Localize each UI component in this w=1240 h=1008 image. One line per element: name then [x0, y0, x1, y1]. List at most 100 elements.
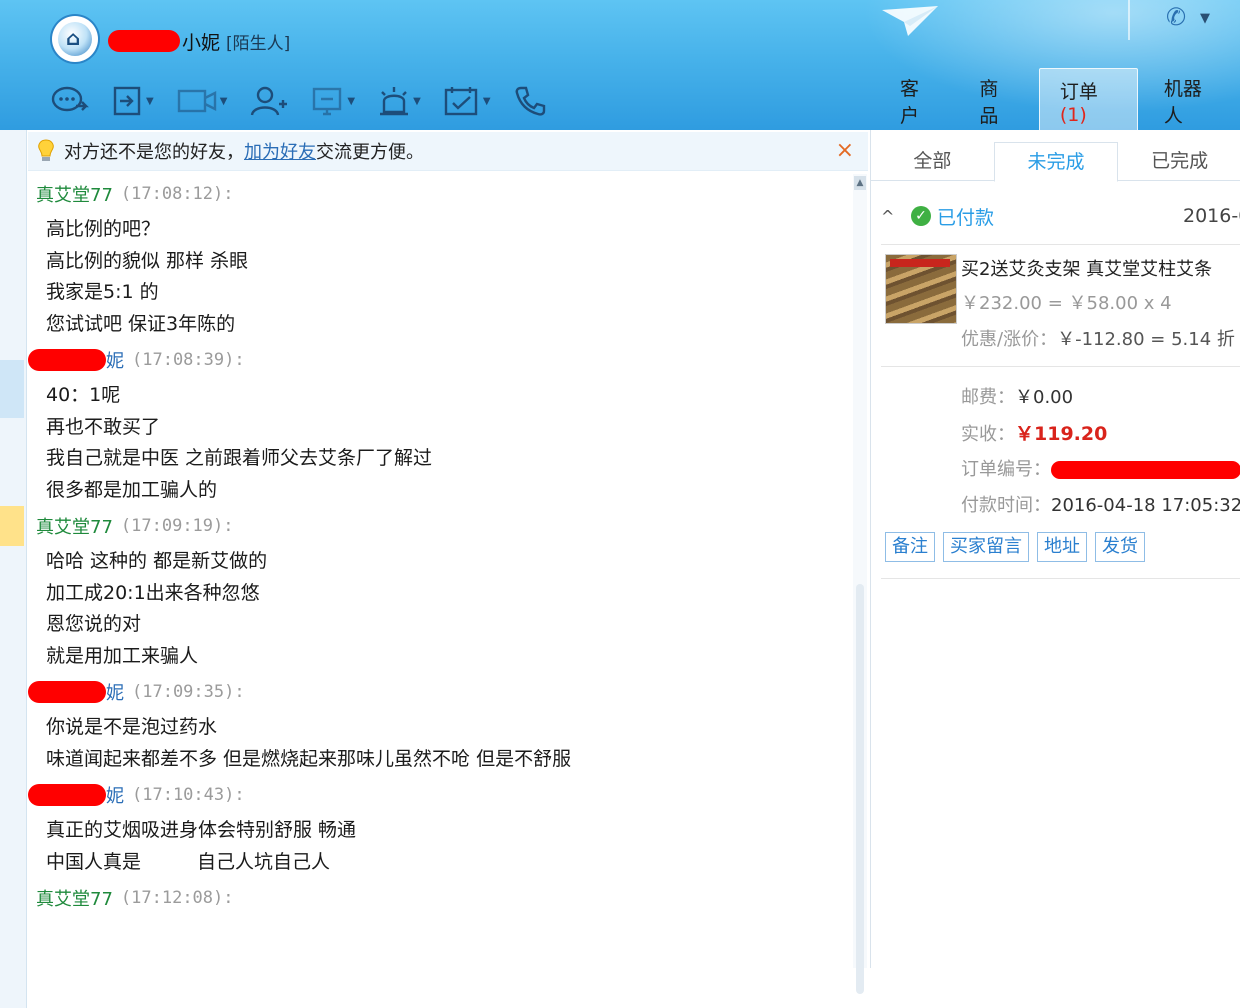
sender-name[interactable]: 妮: [106, 679, 124, 705]
order-fees: 邮费：￥0.00 实收：￥119.20 订单编号： 付款时间：2016-04-1…: [961, 380, 1240, 524]
message-time: (17:10:43):: [132, 785, 245, 805]
ship-button[interactable]: 发货: [1095, 532, 1145, 562]
postage-row: 邮费：￥0.00: [961, 380, 1240, 416]
divider: [881, 578, 1240, 579]
chevron-down-icon[interactable]: ▼: [413, 96, 421, 107]
tab-label: 客户: [900, 78, 920, 127]
order-actions: 备注 买家留言 地址 发货: [885, 532, 1153, 562]
buyer-message-button[interactable]: 买家留言: [943, 532, 1029, 562]
contact-tag: [陌生人]: [226, 33, 291, 54]
chevron-up-icon[interactable]: ^: [881, 207, 911, 226]
message-line: 味道闻起来都差不多 但是燃烧起来那味儿虽然不呛 但是不舒服: [46, 747, 572, 770]
sender-name[interactable]: 真艾堂77: [36, 513, 113, 539]
product-thumbnail-banner: [890, 259, 950, 267]
message-line: 中国人真是 自己人坑自己人: [36, 847, 856, 879]
contact-name[interactable]: 小妮: [182, 28, 220, 55]
add-friend-icon: [251, 86, 288, 116]
tab-orders[interactable]: 订单(1): [1038, 67, 1138, 130]
sender-name[interactable]: 妮: [106, 347, 124, 373]
product-name[interactable]: 买2送艾灸支架 真艾堂艾柱艾条: [961, 254, 1240, 286]
postage-label: 邮费：: [961, 387, 1015, 408]
screen-share-button[interactable]: ▼: [311, 84, 355, 118]
file-transfer-icon: [113, 86, 141, 116]
top-right-controls: ✆ ▼: [1128, 0, 1210, 40]
scrollbar-thumb[interactable]: [856, 584, 864, 994]
message-time: (17:12:08):: [120, 888, 234, 908]
divider: [881, 244, 1240, 245]
message-header: 真艾堂77 (17:08:12):: [36, 174, 856, 214]
phone-icon[interactable]: ✆: [1158, 0, 1194, 36]
phone-icon: [515, 86, 545, 116]
contact-avatar[interactable]: ⌂: [52, 16, 98, 62]
message-header: 妮 (17:09:35):: [28, 672, 856, 712]
tab-all-orders[interactable]: 全部: [871, 142, 994, 180]
add-friend-link[interactable]: 加为好友: [244, 142, 316, 163]
chevron-down-icon[interactable]: ▼: [347, 96, 355, 107]
voice-call-button[interactable]: [513, 84, 547, 118]
message-line: 哈哈 这种的 都是新艾做的: [46, 550, 268, 572]
contact-title: 小妮 [陌生人]: [108, 26, 290, 56]
pay-time-value: 2016-04-18 17:05:32: [1051, 495, 1240, 516]
message-list: 真艾堂77 (17:08:12): 高比例的吧？ 高比例的貌似 那样 杀眼 我家…: [28, 174, 856, 918]
tab-goods[interactable]: 商品: [959, 66, 1032, 130]
message-header: 妮 (17:10:43):: [28, 775, 856, 815]
divider: [1128, 0, 1130, 40]
note-button[interactable]: 备注: [885, 532, 935, 562]
order-status-row[interactable]: ^ ✓ 已付款 2016-04-18: [881, 196, 1240, 236]
message-line: 真正的艾烟吸进身体会特别舒服 畅通: [46, 819, 357, 841]
add-friend-button[interactable]: [249, 84, 289, 118]
chat-share-button[interactable]: [50, 84, 90, 118]
screen-share-icon: [313, 87, 342, 116]
discount-value: ￥-112.80 = 5.14 折: [1057, 329, 1235, 350]
message-time: (17:08:12):: [120, 184, 234, 204]
message-line: 恩您说的对: [46, 613, 142, 635]
file-transfer-button[interactable]: ▼: [112, 84, 154, 118]
notice-text: 对方还不是您的好友，加为好友交流更方便。: [64, 138, 424, 164]
message-line: 加工成20:1出来各种忽悠: [46, 581, 260, 604]
product-thumbnail[interactable]: [885, 254, 957, 324]
sender-name[interactable]: 真艾堂77: [36, 885, 113, 911]
selected-contact-marker[interactable]: [0, 360, 24, 418]
message: 妮 (17:09:35): 你说是不是泡过药水 味道闻起来都差不多 但是燃烧起来…: [28, 672, 856, 775]
message-line: 40：1呢: [46, 384, 121, 406]
sender-name[interactable]: 真艾堂77: [36, 181, 113, 207]
contact-item[interactable]: [0, 506, 24, 546]
chevron-down-icon[interactable]: ▼: [483, 96, 491, 107]
alarm-button[interactable]: ▼: [377, 84, 421, 118]
chevron-down-icon[interactable]: ▼: [1200, 11, 1210, 26]
chevron-down-icon[interactable]: ▼: [146, 96, 154, 107]
address-button[interactable]: 地址: [1037, 532, 1087, 562]
redacted-name: [108, 30, 180, 52]
schedule-button[interactable]: ▼: [443, 84, 491, 118]
lightbulb-icon: [38, 139, 54, 161]
tab-label: 商品: [979, 78, 999, 127]
product-info: 买2送艾灸支架 真艾堂艾柱艾条 ￥232.00 = ￥58.00 x 4 优惠/…: [961, 254, 1240, 358]
tab-robot[interactable]: 机器人: [1144, 66, 1234, 130]
tab-finished-orders[interactable]: 已完成: [1118, 142, 1240, 180]
order-status: 已付款: [937, 206, 995, 229]
message-time: (17:09:19):: [120, 516, 234, 536]
order-number-row: 订单编号：: [961, 452, 1240, 488]
sender-name[interactable]: 妮: [106, 782, 124, 808]
tab-label: 机器人: [1163, 78, 1202, 127]
close-icon[interactable]: ×: [836, 138, 854, 163]
tab-customer[interactable]: 客户: [880, 66, 953, 130]
message-line: 高比例的吧？: [46, 218, 161, 240]
chevron-down-icon[interactable]: ▼: [220, 96, 228, 107]
message-header: 真艾堂77 (17:12:08):: [36, 878, 856, 918]
pay-time-label: 付款时间：: [961, 495, 1051, 516]
message-line: 高比例的貌似 那样 杀眼: [46, 249, 249, 272]
message-scrollbar[interactable]: ▲: [853, 174, 867, 994]
message-line: 我家是5:1 的: [46, 281, 159, 303]
product-price-calc: ￥232.00 = ￥58.00 x 4: [961, 293, 1172, 314]
order-number-label: 订单编号：: [961, 459, 1051, 480]
notice-text-before: 对方还不是您的好友，: [64, 142, 244, 163]
discount-label: 优惠/涨价：: [961, 329, 1058, 350]
video-call-button[interactable]: ▼: [176, 84, 228, 118]
message-line: 再也不敢买了: [46, 415, 161, 438]
check-circle-icon: ✓: [911, 206, 931, 226]
tab-unfinished-orders[interactable]: 未完成: [993, 142, 1119, 182]
pay-time-row: 付款时间：2016-04-18 17:05:32: [961, 488, 1240, 524]
scroll-up-icon[interactable]: ▲: [854, 176, 866, 190]
product-discount: 优惠/涨价：￥-112.80 = 5.14 折: [961, 322, 1240, 358]
